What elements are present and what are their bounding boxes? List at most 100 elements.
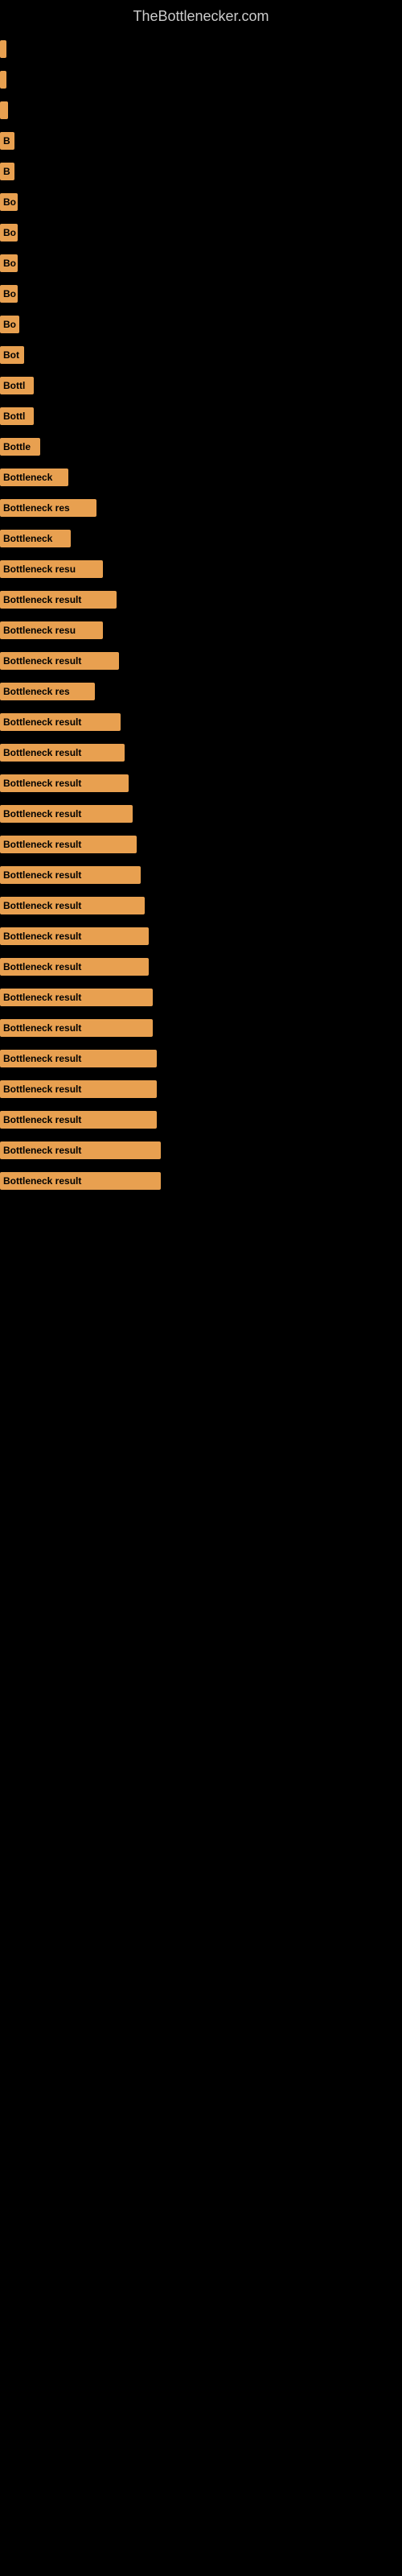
bar-label-text-27: Bottleneck result bbox=[3, 839, 81, 850]
bar-row: Bo bbox=[0, 190, 402, 214]
bar-14: Bottle bbox=[0, 438, 40, 456]
bar-label-text-33: Bottleneck result bbox=[3, 1022, 81, 1034]
bar-row: Bo bbox=[0, 312, 402, 336]
bar-27: Bottleneck result bbox=[0, 836, 137, 853]
bar-label-text-9: Bo bbox=[3, 288, 16, 299]
bar-31: Bottleneck result bbox=[0, 958, 149, 976]
bar-row: Bottl bbox=[0, 374, 402, 398]
bar-label-text-17: Bottleneck bbox=[3, 533, 52, 544]
bar-label-text-11: Bot bbox=[3, 349, 19, 361]
bar-35: Bottleneck result bbox=[0, 1080, 157, 1098]
bar-22: Bottleneck res bbox=[0, 683, 95, 700]
bar-36: Bottleneck result bbox=[0, 1111, 157, 1129]
bar-row: Bottleneck result bbox=[0, 894, 402, 918]
bar-15: Bottleneck bbox=[0, 469, 68, 486]
bar-label-text-18: Bottleneck resu bbox=[3, 564, 76, 575]
bar-row: Bottleneck result bbox=[0, 710, 402, 734]
bar-4: B bbox=[0, 132, 14, 150]
bar-row: Bottleneck result bbox=[0, 649, 402, 673]
bar-row: Bottleneck resu bbox=[0, 557, 402, 581]
bar-label-text-12: Bottl bbox=[3, 380, 25, 391]
bar-label-text-25: Bottleneck result bbox=[3, 778, 81, 789]
bar-label-text-26: Bottleneck result bbox=[3, 808, 81, 819]
bar-label-text-35: Bottleneck result bbox=[3, 1084, 81, 1095]
bar-row: Bottleneck bbox=[0, 526, 402, 551]
bar-11: Bot bbox=[0, 346, 24, 364]
bar-29: Bottleneck result bbox=[0, 897, 145, 914]
bar-row: Bo bbox=[0, 221, 402, 245]
bar-9: Bo bbox=[0, 285, 18, 303]
site-title: TheBottlenecker.com bbox=[0, 0, 402, 29]
bar-label-text-32: Bottleneck result bbox=[3, 992, 81, 1003]
bar-label-text-14: Bottle bbox=[3, 441, 31, 452]
bar-row: Bottleneck res bbox=[0, 496, 402, 520]
bar-2 bbox=[0, 71, 6, 89]
bar-label-text-24: Bottleneck result bbox=[3, 747, 81, 758]
bar-label-text-10: Bo bbox=[3, 319, 16, 330]
bar-label-text-28: Bottleneck result bbox=[3, 869, 81, 881]
bar-row: Bottleneck bbox=[0, 465, 402, 489]
bar-label-text-23: Bottleneck result bbox=[3, 716, 81, 728]
bar-row: Bottleneck result bbox=[0, 1077, 402, 1101]
bar-24: Bottleneck result bbox=[0, 744, 125, 762]
bar-19: Bottleneck result bbox=[0, 591, 117, 609]
bar-row bbox=[0, 68, 402, 92]
bar-row: Bottleneck result bbox=[0, 955, 402, 979]
bar-row: Bo bbox=[0, 282, 402, 306]
bar-label-text-20: Bottleneck resu bbox=[3, 625, 76, 636]
bar-label-text-29: Bottleneck result bbox=[3, 900, 81, 911]
bar-20: Bottleneck resu bbox=[0, 621, 103, 639]
bar-row: Bottleneck result bbox=[0, 924, 402, 948]
bar-10: Bo bbox=[0, 316, 19, 333]
bar-1 bbox=[0, 40, 6, 58]
bar-label-text-37: Bottleneck result bbox=[3, 1145, 81, 1156]
bar-30: Bottleneck result bbox=[0, 927, 149, 945]
bar-16: Bottleneck res bbox=[0, 499, 96, 517]
bar-row: Bottleneck result bbox=[0, 741, 402, 765]
bar-label-text-5: B bbox=[3, 166, 10, 177]
bar-38: Bottleneck result bbox=[0, 1172, 161, 1190]
bar-row: Bot bbox=[0, 343, 402, 367]
bar-row bbox=[0, 98, 402, 122]
bar-row: Bottleneck resu bbox=[0, 618, 402, 642]
bar-label-text-30: Bottleneck result bbox=[3, 931, 81, 942]
bar-26: Bottleneck result bbox=[0, 805, 133, 823]
bar-row: Bottleneck result bbox=[0, 863, 402, 887]
bar-row: Bottleneck result bbox=[0, 832, 402, 857]
bar-label-text-4: B bbox=[3, 135, 10, 147]
bar-row: Bottleneck result bbox=[0, 1138, 402, 1162]
bar-25: Bottleneck result bbox=[0, 774, 129, 792]
bar-34: Bottleneck result bbox=[0, 1050, 157, 1067]
bar-28: Bottleneck result bbox=[0, 866, 141, 884]
bar-label-text-34: Bottleneck result bbox=[3, 1053, 81, 1064]
bar-row: Bo bbox=[0, 251, 402, 275]
bar-7: Bo bbox=[0, 224, 18, 242]
bars-container: B B Bo Bo Bo Bo Bo Bot Bottl Bottl Bottle Bottlenec… bbox=[0, 29, 402, 1208]
bar-3 bbox=[0, 101, 8, 119]
bar-8: Bo bbox=[0, 254, 18, 272]
bar-label-text-8: Bo bbox=[3, 258, 16, 269]
bar-17: Bottleneck bbox=[0, 530, 71, 547]
bar-row: Bottleneck result bbox=[0, 802, 402, 826]
bar-label-text-13: Bottl bbox=[3, 411, 25, 422]
bar-row: Bottleneck result bbox=[0, 1046, 402, 1071]
bar-row: Bottl bbox=[0, 404, 402, 428]
bar-6: Bo bbox=[0, 193, 18, 211]
bar-label-text-31: Bottleneck result bbox=[3, 961, 81, 972]
bar-label-text-22: Bottleneck res bbox=[3, 686, 70, 697]
bar-label-text-15: Bottleneck bbox=[3, 472, 52, 483]
bar-row: Bottleneck result bbox=[0, 771, 402, 795]
bar-label-text-19: Bottleneck result bbox=[3, 594, 81, 605]
bar-12: Bottl bbox=[0, 377, 34, 394]
bar-5: B bbox=[0, 163, 14, 180]
bar-row: Bottleneck res bbox=[0, 679, 402, 704]
bar-label-text-36: Bottleneck result bbox=[3, 1114, 81, 1125]
bar-label-text-38: Bottleneck result bbox=[3, 1175, 81, 1187]
bar-18: Bottleneck resu bbox=[0, 560, 103, 578]
bar-row: Bottleneck result bbox=[0, 1108, 402, 1132]
bar-label-text-6: Bo bbox=[3, 196, 16, 208]
bar-row: Bottle bbox=[0, 435, 402, 459]
bar-13: Bottl bbox=[0, 407, 34, 425]
bar-label-text-7: Bo bbox=[3, 227, 16, 238]
bar-label-text-21: Bottleneck result bbox=[3, 655, 81, 667]
